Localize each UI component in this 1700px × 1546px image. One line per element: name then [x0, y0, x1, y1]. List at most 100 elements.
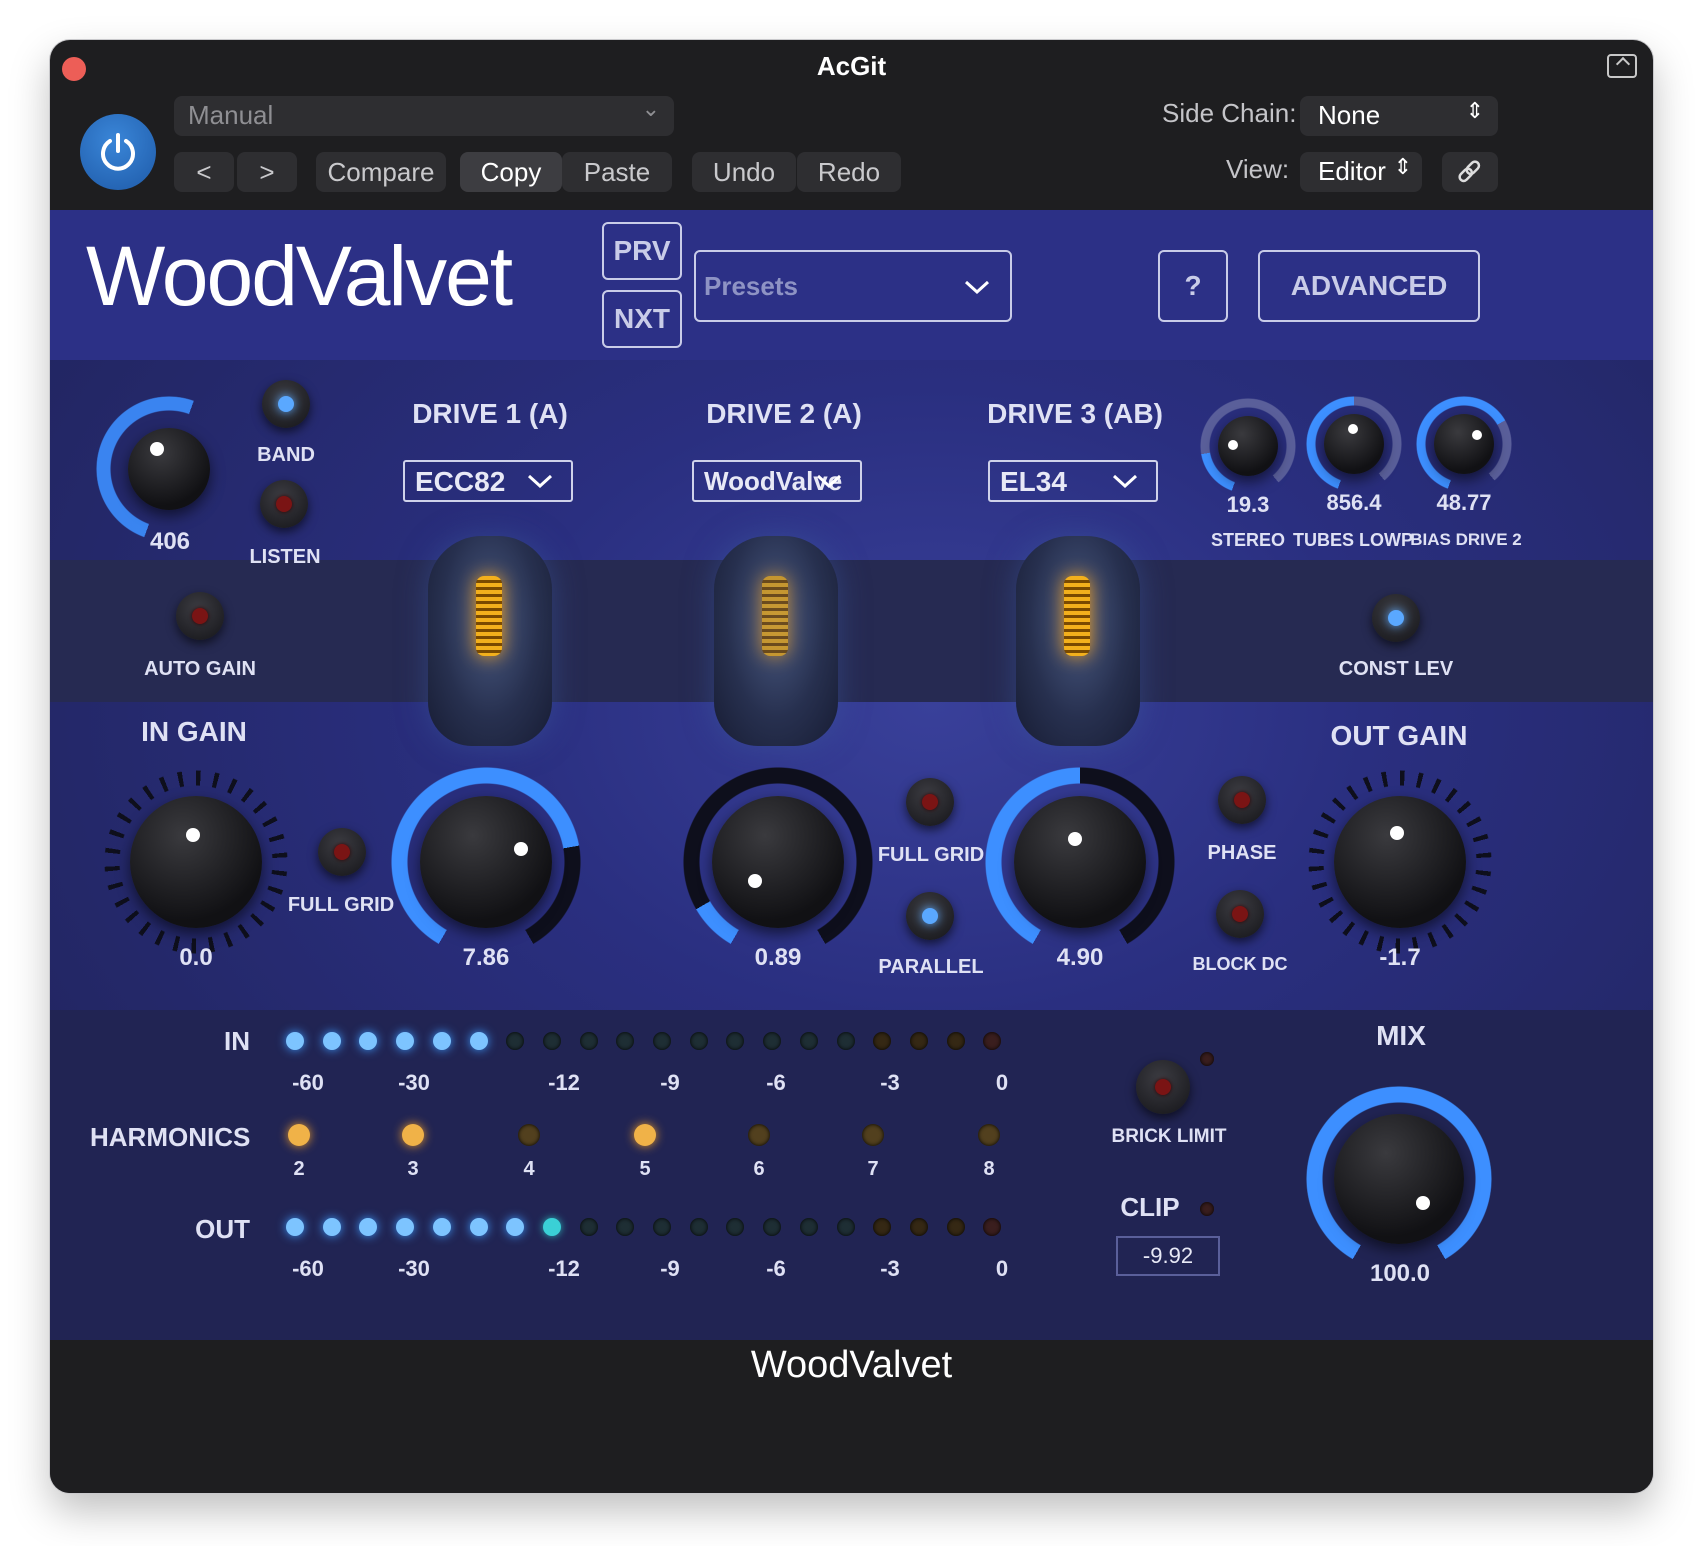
presets-dropdown[interactable]: Presets [694, 250, 1012, 322]
updown-icon: ⇕ [1393, 154, 1412, 179]
mix-title: MIX [1376, 1020, 1426, 1051]
copy-button[interactable]: Copy [460, 152, 562, 192]
updown-icon: ⇕ [1465, 98, 1484, 123]
band-label: BAND [257, 444, 315, 466]
drive1-tube-select[interactable]: ECC82 [403, 460, 573, 502]
phase-led [1234, 792, 1250, 808]
stereo-value: 19.3 [1226, 492, 1270, 517]
redo-button[interactable]: Redo [797, 152, 901, 192]
drive3-tube-select[interactable]: EL34 [988, 460, 1158, 502]
const-lev-label: CONST LEV [1338, 658, 1454, 680]
full-grid-2-led [922, 794, 938, 810]
listen-label: LISTEN [249, 546, 321, 568]
block-dc-button[interactable] [1216, 890, 1264, 938]
meter-led [469, 1218, 488, 1236]
view-select[interactable]: Editor ⇕ [1300, 152, 1422, 192]
in-gain-value: 0.0 [179, 944, 213, 971]
brick-limit-led [1155, 1079, 1171, 1095]
harmonic-led [634, 1124, 656, 1146]
meter-scale-label: -3 [880, 1070, 900, 1095]
harmonic-label: 8 [983, 1158, 995, 1180]
out-gain-knob[interactable] [1334, 796, 1466, 928]
phase-button[interactable] [1218, 776, 1266, 824]
meter-scale-label: -6 [766, 1256, 786, 1281]
meter-scale-label: -6 [766, 1070, 786, 1095]
in-gain-title: IN GAIN [141, 716, 247, 747]
view-label: View: [1226, 154, 1290, 184]
full-grid-1-button[interactable] [318, 828, 366, 876]
next-preset-button-plugin[interactable]: NXT [602, 290, 682, 348]
auto-gain-label: AUTO GAIN [144, 658, 256, 680]
harmonic-label: 3 [407, 1158, 419, 1180]
harmonic-led [862, 1124, 884, 1146]
drive3-knob[interactable] [1014, 796, 1146, 928]
stereo-knob[interactable] [1218, 416, 1278, 476]
chevron-down-icon [816, 474, 842, 488]
parallel-button[interactable] [906, 892, 954, 940]
paste-button[interactable]: Paste [562, 152, 672, 192]
tubes-lowp-value: 856.4 [1326, 490, 1382, 515]
power-button[interactable] [80, 114, 156, 190]
expand-icon[interactable] [1607, 54, 1637, 78]
listen-led [276, 496, 292, 512]
advanced-button[interactable]: ADVANCED [1258, 250, 1480, 322]
meter-led [653, 1032, 671, 1050]
chevron-down-icon: ⌄ [641, 96, 660, 121]
brick-limit-button[interactable] [1136, 1060, 1190, 1114]
auto-gain-button[interactable] [176, 592, 224, 640]
harmonics-label: HARMONICS [90, 1122, 251, 1152]
preset-select[interactable]: Manual ⌄ [174, 96, 674, 136]
meter-led [799, 1032, 818, 1050]
band-button[interactable] [262, 380, 310, 428]
band-knob-value: 406 [149, 528, 191, 555]
in-gain-knob[interactable] [130, 796, 262, 928]
harmonic-led [748, 1124, 770, 1146]
block-dc-label: BLOCK DC [1192, 954, 1288, 974]
window-title: AcGit [816, 51, 887, 81]
brick-limit-label: BRICK LIMIT [1111, 1126, 1227, 1147]
drive1-tube-value: ECC82 [415, 466, 506, 497]
meter-scale-label: -9 [660, 1070, 680, 1095]
clip-value-display[interactable]: -9.92 [1116, 1236, 1220, 1276]
compare-button[interactable]: Compare [316, 152, 446, 192]
harmonic-label: 4 [523, 1158, 535, 1180]
help-button[interactable]: ? [1158, 250, 1228, 322]
meter-led [432, 1218, 451, 1236]
knob-indicator [1472, 430, 1482, 440]
prev-preset-button[interactable]: PRV [602, 222, 682, 280]
full-grid-2-button[interactable] [906, 778, 954, 826]
parallel-led [922, 908, 938, 924]
previous-preset-button[interactable]: < [174, 152, 234, 192]
harmonic-led [978, 1124, 1000, 1146]
out-gain-value: -1.7 [1379, 944, 1421, 971]
knob-indicator [186, 828, 200, 842]
out-gain-title: OUT GAIN [1330, 720, 1468, 751]
band-knob[interactable] [128, 428, 210, 510]
drive2-knob[interactable] [712, 796, 844, 928]
knob-indicator [1228, 440, 1238, 450]
harmonic-label: 5 [639, 1158, 651, 1180]
meter-led [946, 1032, 965, 1050]
chevron-left-icon: < [196, 157, 212, 187]
link-button[interactable] [1442, 152, 1498, 192]
presets-label: Presets [704, 271, 798, 301]
drive2-tube-select[interactable]: WoodValve [692, 460, 862, 502]
knob-indicator [1390, 826, 1404, 840]
mix-knob[interactable] [1334, 1114, 1464, 1244]
bias-drive2-knob[interactable] [1434, 414, 1494, 474]
drive1-knob[interactable] [420, 796, 552, 928]
knob-indicator [514, 842, 528, 856]
tubes-lowp-knob[interactable] [1324, 414, 1384, 474]
meter-led [689, 1218, 708, 1236]
plugin-logo: WoodValvet [86, 229, 513, 323]
next-preset-button[interactable]: > [237, 152, 297, 192]
listen-button[interactable] [260, 480, 308, 528]
undo-button[interactable]: Undo [692, 152, 796, 192]
bias-drive2-label: BIAS DRIVE 2 [1410, 530, 1522, 549]
meter-scale-label: 0 [995, 1070, 1009, 1095]
const-lev-button[interactable] [1372, 594, 1420, 642]
side-chain-select[interactable]: None ⇕ [1300, 96, 1498, 136]
clip-label: CLIP [1120, 1192, 1180, 1222]
drive2-value: 0.89 [754, 944, 802, 971]
brick-limit-indicator [1200, 1052, 1214, 1066]
